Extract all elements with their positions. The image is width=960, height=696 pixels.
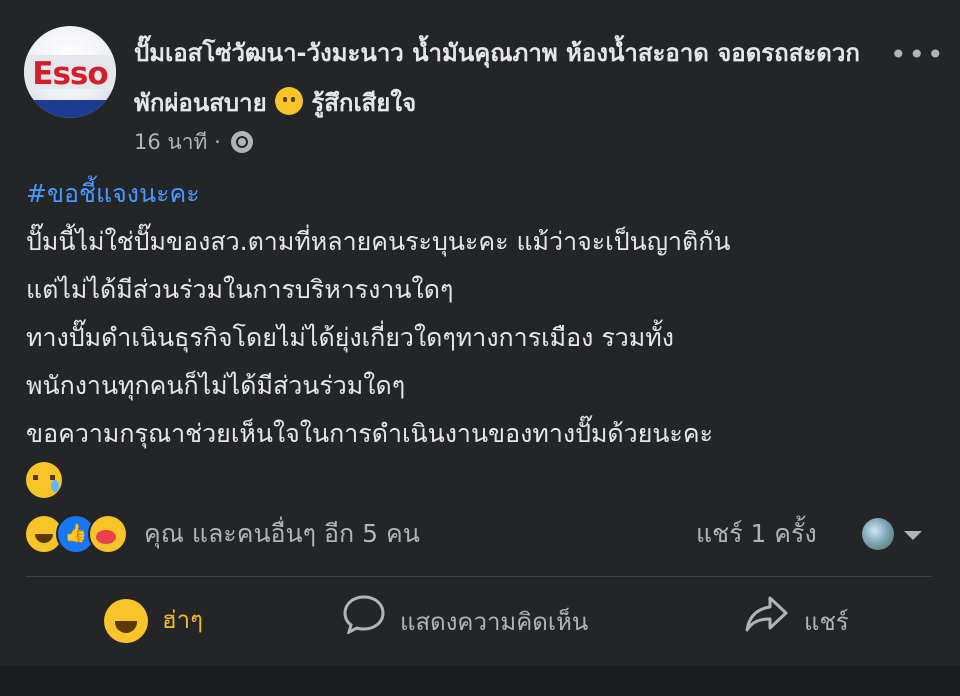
share-button[interactable]: แชร์ — [744, 594, 849, 646]
emoji-line — [26, 458, 936, 506]
post-body: #ขอชี้แจงนะคะ ปั๊มนี้ไม่ใช่ปั๊มของสว.ตาม… — [26, 170, 936, 506]
comment-button[interactable]: แสดงความคิดเห็น — [342, 594, 588, 646]
post-line-5: ขอความกรุณาช่วยเห็นใจในการดำเนินงานของทา… — [26, 419, 714, 448]
globe-icon — [231, 131, 254, 153]
esso-logo: Esso — [32, 56, 108, 92]
viewer-avatar[interactable] — [862, 518, 894, 550]
comment-label: แสดงความคิดเห็น — [400, 608, 589, 636]
post-line-2: แต่ไม่ได้มีส่วนร่วมในการบริหารงานใดๆ — [26, 275, 454, 304]
share-arrow-icon — [744, 594, 790, 652]
crying-face-icon — [26, 462, 62, 498]
feeling-text: รู้สึกเสียใจ — [311, 89, 417, 117]
page-avatar[interactable]: Esso — [24, 26, 116, 118]
post-line-4: พนักงานทุกคนก็ไม่ได้มีส่วนร่วมใดๆ — [26, 371, 406, 400]
haha-label: ฮ่าๆ — [162, 606, 204, 634]
comment-icon — [342, 594, 386, 652]
post-time[interactable]: 16 นาที · — [134, 130, 221, 154]
divider — [26, 576, 932, 577]
post-card: Esso ปั๊มเอสโซ่วัฒนา-วังมะนาว น้ำมันคุณภ… — [0, 0, 960, 666]
post-line-3: ทางปั๊มดำเนินธุรกิจโดยไม่ได้ยุ่งเกี่ยวใด… — [26, 323, 674, 352]
more-options-button[interactable]: ••• — [890, 38, 946, 71]
haha-button[interactable]: ฮ่าๆ — [104, 594, 203, 646]
share-label: แชร์ — [804, 608, 849, 636]
care-icon — [88, 514, 128, 554]
sad-face-icon — [275, 87, 304, 115]
post-line-1: ปั๊มนี้ไม่ใช่ปั๊มของสว.ตามที่หลายคนระบุน… — [26, 227, 731, 256]
page-name[interactable]: ปั๊มเอสโซ่วัฒนา-วังมะนาว น้ำมันคุณภาพ ห้… — [134, 39, 860, 117]
logo-blue-band — [24, 100, 116, 118]
haha-icon — [104, 599, 148, 643]
reaction-summary[interactable]: คุณ และคนอื่นๆ อีก 5 คน — [144, 514, 420, 554]
chevron-down-icon[interactable] — [904, 531, 922, 540]
share-count[interactable]: แชร์ 1 ครั้ง — [696, 514, 817, 554]
hashtag-link[interactable]: #ขอชี้แจงนะคะ — [26, 170, 936, 218]
post-meta: 16 นาที · — [134, 126, 254, 159]
post-header: ปั๊มเอสโซ่วัฒนา-วังมะนาว น้ำมันคุณภาพ ห้… — [134, 28, 874, 128]
